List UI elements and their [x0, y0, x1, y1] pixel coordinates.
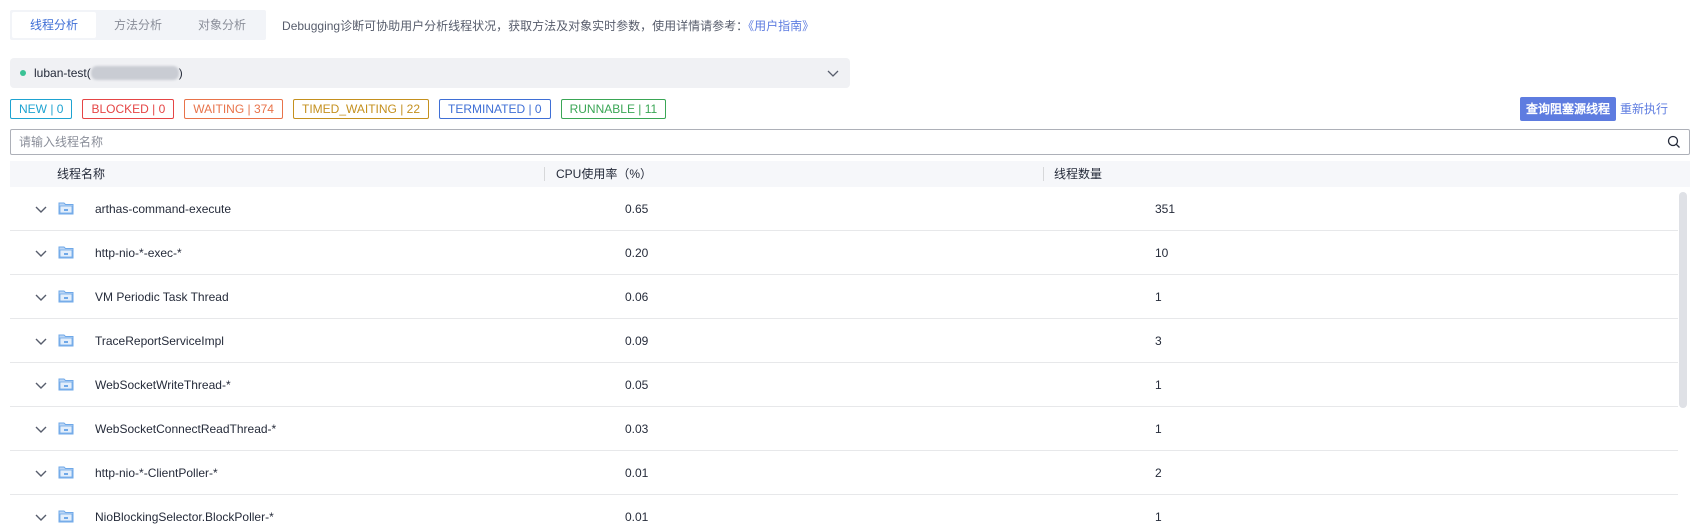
cpu-usage: 0.01 — [625, 466, 649, 480]
thread-count: 10 — [1155, 246, 1169, 260]
instance-select[interactable]: luban-test() — [10, 58, 850, 88]
table-row[interactable]: VM Periodic Task Thread 0.06 1 — [10, 275, 1678, 319]
column-cpu-usage[interactable]: CPU使用率（%） — [556, 161, 652, 187]
thread-count: 1 — [1155, 422, 1162, 436]
thread-name: WebSocketWriteThread-* — [95, 378, 231, 392]
chevron-down-icon[interactable] — [826, 66, 840, 80]
table-row[interactable]: WebSocketWriteThread-* 0.05 1 — [10, 363, 1678, 407]
instance-name-prefix: luban-test( — [34, 65, 91, 80]
folder-icon — [58, 466, 74, 479]
folder-icon — [58, 246, 74, 259]
chevron-down-icon[interactable] — [34, 246, 48, 260]
tab-thread-analysis[interactable]: 线程分析 — [12, 12, 97, 38]
thread-count: 351 — [1155, 202, 1176, 216]
analysis-tabs: 线程分析 方法分析 对象分析 — [10, 10, 267, 40]
search-icon[interactable] — [1667, 135, 1681, 149]
table-row[interactable]: WebSocketConnectReadThread-* 0.03 1 — [10, 407, 1678, 451]
status-tag[interactable]: WAITING | 374 — [184, 99, 283, 119]
table-row[interactable]: http-nio-*-exec-* 0.20 10 — [10, 231, 1678, 275]
thread-status-tags: NEW | 0 BLOCKED | 0 WAITING | 374 TIMED_WAI… — [10, 99, 667, 119]
tab-method-analysis[interactable]: 方法分析 — [96, 12, 180, 38]
chevron-down-icon[interactable] — [34, 334, 48, 348]
folder-icon — [58, 378, 74, 391]
chevron-down-icon[interactable] — [34, 290, 48, 304]
folder-icon — [58, 422, 74, 435]
status-tag[interactable]: TIMED_WAITING | 22 — [292, 99, 430, 119]
thread-name: http-nio-*-exec-* — [95, 246, 182, 260]
cpu-usage: 0.01 — [625, 510, 649, 524]
thread-count: 3 — [1155, 334, 1162, 348]
user-guide-link[interactable]: 《用户指南》 — [748, 19, 814, 33]
folder-icon — [58, 202, 74, 215]
column-divider — [544, 167, 545, 181]
instance-name-suffix: ) — [178, 65, 183, 80]
chevron-down-icon[interactable] — [34, 466, 48, 480]
thread-count: 1 — [1155, 510, 1162, 524]
cpu-usage: 0.20 — [625, 246, 649, 260]
thread-name: http-nio-*-ClientPoller-* — [95, 466, 218, 480]
hint-text: Debugging诊断可协助用户分析线程状况，获取方法及对象实时参数，使用详情请… — [282, 17, 814, 34]
thread-name: WebSocketConnectReadThread-* — [95, 422, 277, 436]
thread-name: NioBlockingSelector.BlockPoller-* — [95, 510, 274, 524]
table-header: 线程名称 CPU使用率（%） 线程数量 — [10, 161, 1690, 187]
thread-name: TraceReportServiceImpl — [95, 334, 224, 348]
thread-count: 1 — [1155, 378, 1162, 392]
column-divider — [1043, 167, 1044, 181]
column-thread-count[interactable]: 线程数量 — [1054, 161, 1102, 187]
thread-count: 2 — [1155, 466, 1162, 480]
status-tag[interactable]: NEW | 0 — [10, 99, 73, 119]
cpu-usage: 0.03 — [625, 422, 649, 436]
chevron-down-icon[interactable] — [34, 422, 48, 436]
thread-name: VM Periodic Task Thread — [95, 290, 229, 304]
table-row[interactable]: arthas-command-execute 0.65 351 — [10, 187, 1678, 231]
hint-description: Debugging诊断可协助用户分析线程状况，获取方法及对象实时参数，使用详情请… — [282, 18, 749, 33]
instance-label: luban-test() — [34, 66, 183, 81]
table-row[interactable]: TraceReportServiceImpl 0.09 3 — [10, 319, 1678, 363]
cpu-usage: 0.65 — [625, 202, 649, 216]
thread-name: arthas-command-execute — [95, 202, 232, 216]
thread-table-body: arthas-command-execute 0.65 351 http-nio-*-… — [10, 187, 1678, 528]
query-blocking-thread-button[interactable]: 查询阻塞源线程 — [1520, 97, 1617, 121]
cpu-usage: 0.06 — [625, 290, 649, 304]
cpu-usage: 0.05 — [625, 378, 649, 392]
tab-object-analysis[interactable]: 对象分析 — [180, 12, 264, 38]
table-row[interactable]: http-nio-*-ClientPoller-* 0.01 2 — [10, 451, 1678, 495]
thread-search-box — [10, 129, 1690, 155]
masked-ip — [90, 66, 179, 81]
chevron-down-icon[interactable] — [34, 202, 48, 216]
instance-status-dot — [20, 70, 26, 76]
folder-icon — [58, 334, 74, 347]
folder-icon — [58, 510, 74, 523]
scrollbar-thumb[interactable] — [1679, 192, 1687, 408]
rerun-button[interactable]: 重新执行 — [1620, 97, 1668, 121]
thread-search-input[interactable] — [19, 135, 1667, 149]
chevron-down-icon[interactable] — [34, 378, 48, 392]
column-thread-name[interactable]: 线程名称 — [57, 161, 105, 187]
status-tag[interactable]: BLOCKED | 0 — [82, 99, 175, 119]
cpu-usage: 0.09 — [625, 334, 649, 348]
status-tag[interactable]: TERMINATED | 0 — [439, 99, 551, 119]
thread-count: 1 — [1155, 290, 1162, 304]
status-tag[interactable]: RUNNABLE | 11 — [560, 99, 667, 119]
folder-icon — [58, 290, 74, 303]
table-row[interactable]: NioBlockingSelector.BlockPoller-* 0.01 1 — [10, 495, 1678, 528]
top-bar: 线程分析 方法分析 对象分析 Debugging诊断可协助用户分析线程状况，获取… — [10, 10, 814, 40]
chevron-down-icon[interactable] — [34, 510, 48, 524]
